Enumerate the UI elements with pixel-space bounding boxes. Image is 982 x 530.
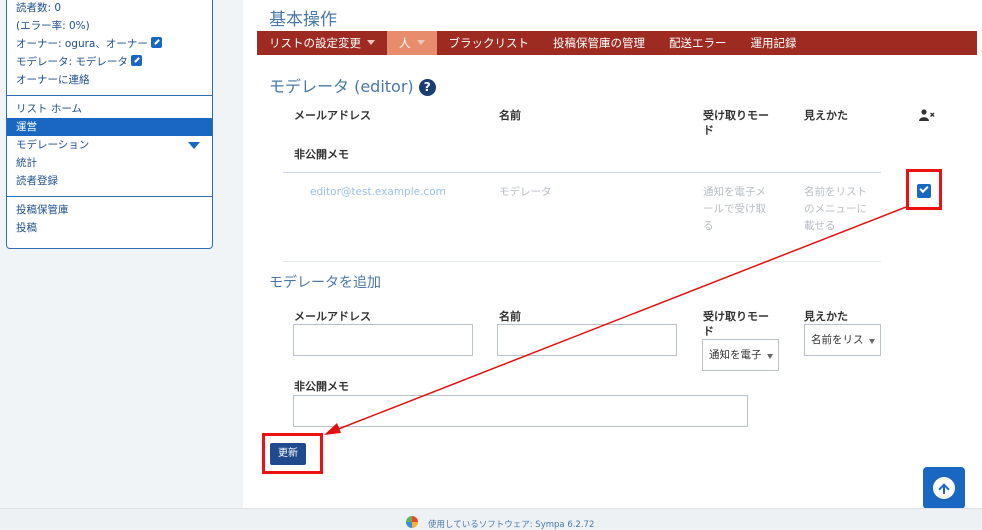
row-visibility-line3: 載せる: [804, 220, 836, 232]
sympa-logo-icon: [406, 516, 418, 528]
visibility-select[interactable]: 名前をリス: [804, 324, 881, 356]
menu-edit-list-config-label: リストの設定変更: [269, 36, 361, 50]
caret-down-icon: [416, 40, 425, 45]
row-reception-line2: ールで受け取: [703, 203, 766, 215]
col-email-header: メールアドレス: [294, 109, 371, 122]
memo-label: 非公開メモ: [294, 380, 349, 393]
col-reception-header-line2: ド: [703, 124, 714, 137]
col-reception-header: 受け取りモー ド: [703, 108, 769, 138]
owners-text: オーナー: ogura、オーナー: [16, 38, 148, 50]
table-divider: [283, 172, 881, 173]
sidebar: 読者数: 0 (エラー率: 0%) オーナー: ogura、オーナー モデレータ…: [6, 0, 213, 249]
add-moderator-title: モデレータを追加: [269, 275, 381, 291]
sidebar-item-archive[interactable]: 投稿保管庫: [7, 201, 212, 219]
col-name-header: 名前: [499, 109, 521, 122]
name-label: 名前: [499, 310, 521, 323]
edit-owners-icon[interactable]: [150, 37, 162, 48]
menu-people-label: 人: [399, 36, 411, 50]
page-title: 基本操作: [269, 10, 337, 30]
sidebar-item-post[interactable]: 投稿: [7, 219, 212, 237]
visibility-label: 見えかた: [804, 310, 848, 323]
reception-label: 受け取りモー ド: [703, 309, 769, 339]
sidebar-list-info: 読者数: 0 (エラー率: 0%) オーナー: ogura、オーナー モデレータ…: [7, 0, 212, 96]
name-input[interactable]: [497, 324, 677, 356]
menu-people[interactable]: 人: [387, 31, 437, 55]
chevron-down-icon[interactable]: [188, 142, 200, 149]
email-input[interactable]: [293, 324, 473, 356]
edit-moderators-icon[interactable]: [130, 55, 142, 66]
row-reception: 通知を電子メ ールで受け取 る: [703, 184, 766, 235]
row-reception-line1: 通知を電子メ: [703, 186, 766, 198]
reception-select[interactable]: 通知を電子: [702, 339, 779, 371]
sidebar-item-moderation[interactable]: モデレーション: [7, 136, 212, 154]
memo-input[interactable]: [293, 395, 748, 427]
caret-down-icon: [367, 40, 375, 45]
subscriber-count: 読者数: 0: [16, 2, 62, 14]
sidebar-item-subscribe[interactable]: 読者登録: [7, 172, 212, 190]
section-title: モデレータ (editor)?: [269, 73, 436, 97]
col-reception-header-line1: 受け取りモー: [703, 109, 769, 122]
remove-user-icon[interactable]: [919, 109, 935, 121]
sidebar-item-admin[interactable]: 運営: [7, 118, 212, 136]
arrow-up-icon: [933, 477, 955, 499]
section-title-text: モデレータ (editor): [269, 77, 414, 96]
row-visibility-line1: 名前をリスト: [804, 186, 867, 198]
footer: 使用しているソフトウェア: Sympa 6.2.72: [0, 508, 982, 530]
menu-bounces[interactable]: 配送エラー: [657, 31, 739, 55]
row-visibility-line2: のメニューに: [804, 203, 867, 215]
contact-owner-link[interactable]: オーナーに連絡: [7, 71, 212, 89]
row-visibility: 名前をリスト のメニューに 載せる: [804, 184, 867, 235]
moderators: モデレータ: モデレータ: [7, 53, 212, 71]
admin-menubar: リストの設定変更 人 ブラックリスト 投稿保管庫の管理 配送エラー 運用記録: [257, 31, 977, 55]
section-divider: [283, 261, 881, 262]
reception-label-line2: ド: [703, 325, 714, 338]
chevron-down-icon: [767, 354, 773, 359]
row-reception-line3: る: [703, 220, 714, 232]
menu-logs[interactable]: 運用記録: [739, 31, 809, 55]
row-email[interactable]: editor@test.example.com: [310, 184, 446, 201]
sidebar-archive: 投稿保管庫 投稿: [7, 197, 212, 243]
owners: オーナー: ogura、オーナー: [7, 35, 212, 53]
main-content: 基本操作 リストの設定変更 人 ブラックリスト 投稿保管庫の管理 配送エラー 運…: [243, 0, 982, 508]
moderators-text: モデレータ: モデレータ: [16, 56, 128, 68]
help-icon[interactable]: ?: [418, 79, 436, 96]
menu-edit-list-config[interactable]: リストの設定変更: [257, 31, 387, 55]
visibility-select-value: 名前をリス: [811, 334, 864, 346]
row-name: モデレータ: [499, 186, 552, 198]
annotation-box-update: [262, 433, 323, 474]
sidebar-nav: リスト ホーム 運営 モデレーション 統計 読者登録: [7, 96, 212, 197]
error-rate: (エラー率: 0%): [16, 20, 90, 32]
col-memo-header: 非公開メモ: [294, 148, 349, 161]
scroll-to-top-button[interactable]: [923, 467, 965, 509]
menu-blacklist[interactable]: ブラックリスト: [437, 31, 542, 55]
reception-label-line1: 受け取りモー: [703, 310, 769, 323]
col-visibility-header: 見えかた: [804, 109, 848, 122]
sidebar-item-stats[interactable]: 統計: [7, 154, 212, 172]
sidebar-item-moderation-label: モデレーション: [16, 139, 90, 151]
footer-text[interactable]: 使用しているソフトウェア: Sympa 6.2.72: [428, 518, 594, 530]
reception-select-value: 通知を電子: [709, 349, 762, 361]
chevron-down-icon: [869, 339, 875, 344]
sidebar-item-list-home[interactable]: リスト ホーム: [7, 100, 212, 118]
annotation-box-checkbox: [906, 169, 942, 210]
email-label: メールアドレス: [294, 310, 371, 323]
menu-archive-manage[interactable]: 投稿保管庫の管理: [541, 31, 657, 55]
